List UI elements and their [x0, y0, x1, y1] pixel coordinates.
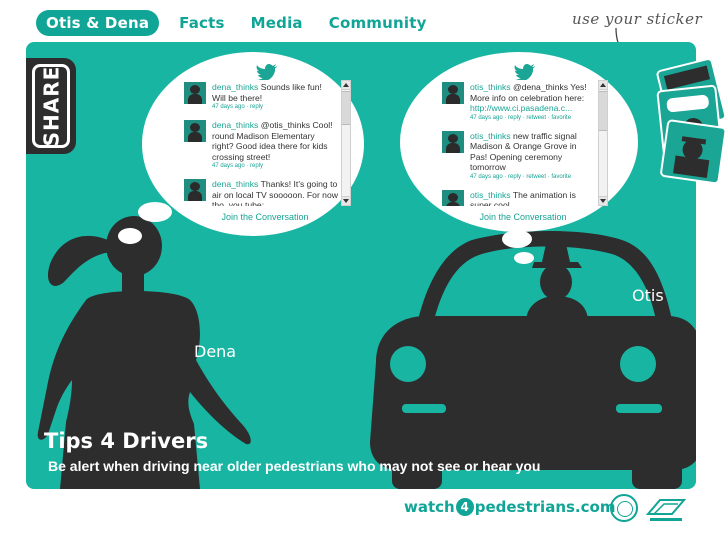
otis-label: Otis	[632, 286, 664, 305]
ots-logo-icon[interactable]	[646, 496, 686, 526]
tweet-meta[interactable]: 47 days ago · reply	[212, 104, 338, 110]
tweet: otis_thinks The animation is super cool	[442, 189, 594, 206]
nav-community[interactable]: Community	[329, 14, 427, 32]
tweet-user[interactable]: otis_thinks	[470, 131, 511, 141]
scroll-up-icon[interactable]	[342, 81, 350, 90]
thought-dot	[138, 202, 172, 222]
tweet: otis_thinks new traffic signal Madison &…	[442, 130, 594, 180]
share-label: SHARE	[39, 65, 63, 147]
tips-title: Tips 4 Drivers	[44, 429, 209, 453]
otis-avatar	[442, 130, 464, 153]
nav-media[interactable]: Media	[251, 14, 303, 32]
site-url-part: pedestrians.com	[474, 498, 616, 516]
tweet-meta[interactable]: 47 days ago · reply · retweet · favorite	[470, 174, 594, 180]
otis-join-conversation-link[interactable]: Join the Conversation	[458, 212, 588, 222]
tweet-meta[interactable]: 47 days ago · reply · retweet · favorite	[470, 115, 594, 121]
dena-join-conversation-link[interactable]: Join the Conversation	[200, 212, 330, 222]
tweet-user[interactable]: otis_thinks	[470, 190, 511, 200]
scroll-thumb[interactable]	[342, 91, 350, 125]
twitter-bird-icon	[514, 64, 535, 80]
tweet-user[interactable]: otis_thinks	[470, 82, 511, 92]
otis-avatar	[442, 189, 464, 206]
thought-dot	[514, 252, 534, 264]
otis-feed-scrollbar[interactable]	[598, 80, 608, 206]
tweet-user[interactable]: dena_thinks	[212, 82, 258, 92]
share-tab[interactable]: SHARE	[26, 58, 76, 154]
tweet-user[interactable]: dena_thinks	[212, 120, 258, 130]
dena-avatar	[184, 82, 206, 104]
top-nav: Otis & Dena Facts Media Community	[36, 10, 453, 36]
dena-feed-scrollbar[interactable]	[341, 80, 351, 206]
otis-tweet-feed[interactable]: otis_thinks @dena_thinks Yes! More info …	[442, 82, 594, 206]
thought-dot	[502, 230, 532, 248]
scroll-down-icon[interactable]	[599, 196, 607, 205]
tweet: dena_thinks @otis_thinks Cool! round Mad…	[184, 120, 338, 169]
twitter-bird-icon	[256, 64, 277, 80]
scroll-thumb[interactable]	[599, 91, 607, 131]
nav-otis-dena[interactable]: Otis & Dena	[36, 10, 160, 36]
dena-label: Dena	[194, 342, 237, 361]
tweet-meta[interactable]: 47 days ago · reply	[212, 163, 338, 169]
scroll-up-icon[interactable]	[599, 81, 607, 90]
tweet: otis_thinks @dena_thinks Yes! More info …	[442, 82, 594, 121]
otis-avatar	[442, 82, 464, 104]
city-seal-logo-icon[interactable]	[610, 494, 638, 522]
tweet-user[interactable]: dena_thinks	[212, 179, 258, 189]
dena-avatar	[184, 179, 206, 201]
site-url-logo[interactable]: watch 4 pedestrians.com	[404, 498, 615, 516]
scroll-down-icon[interactable]	[342, 196, 350, 205]
nav-facts[interactable]: Facts	[179, 14, 224, 32]
site-url-part: watch	[404, 498, 455, 516]
dena-tweet-feed[interactable]: dena_thinks Sounds like fun! Will be the…	[184, 82, 338, 206]
tips-subtitle: Be alert when driving near older pedestr…	[48, 458, 541, 474]
share-frame: SHARE	[32, 64, 70, 148]
sticker-stack-icon[interactable]	[654, 54, 727, 184]
thought-dot	[118, 228, 142, 244]
dena-avatar	[184, 120, 206, 142]
site-url-four: 4	[455, 498, 474, 516]
tweet: dena_thinks Thanks! It's going to air on…	[184, 179, 338, 206]
tweet-link[interactable]: http://www.ci.pasadena.c...	[470, 103, 572, 113]
tweet: dena_thinks Sounds like fun! Will be the…	[184, 82, 338, 110]
